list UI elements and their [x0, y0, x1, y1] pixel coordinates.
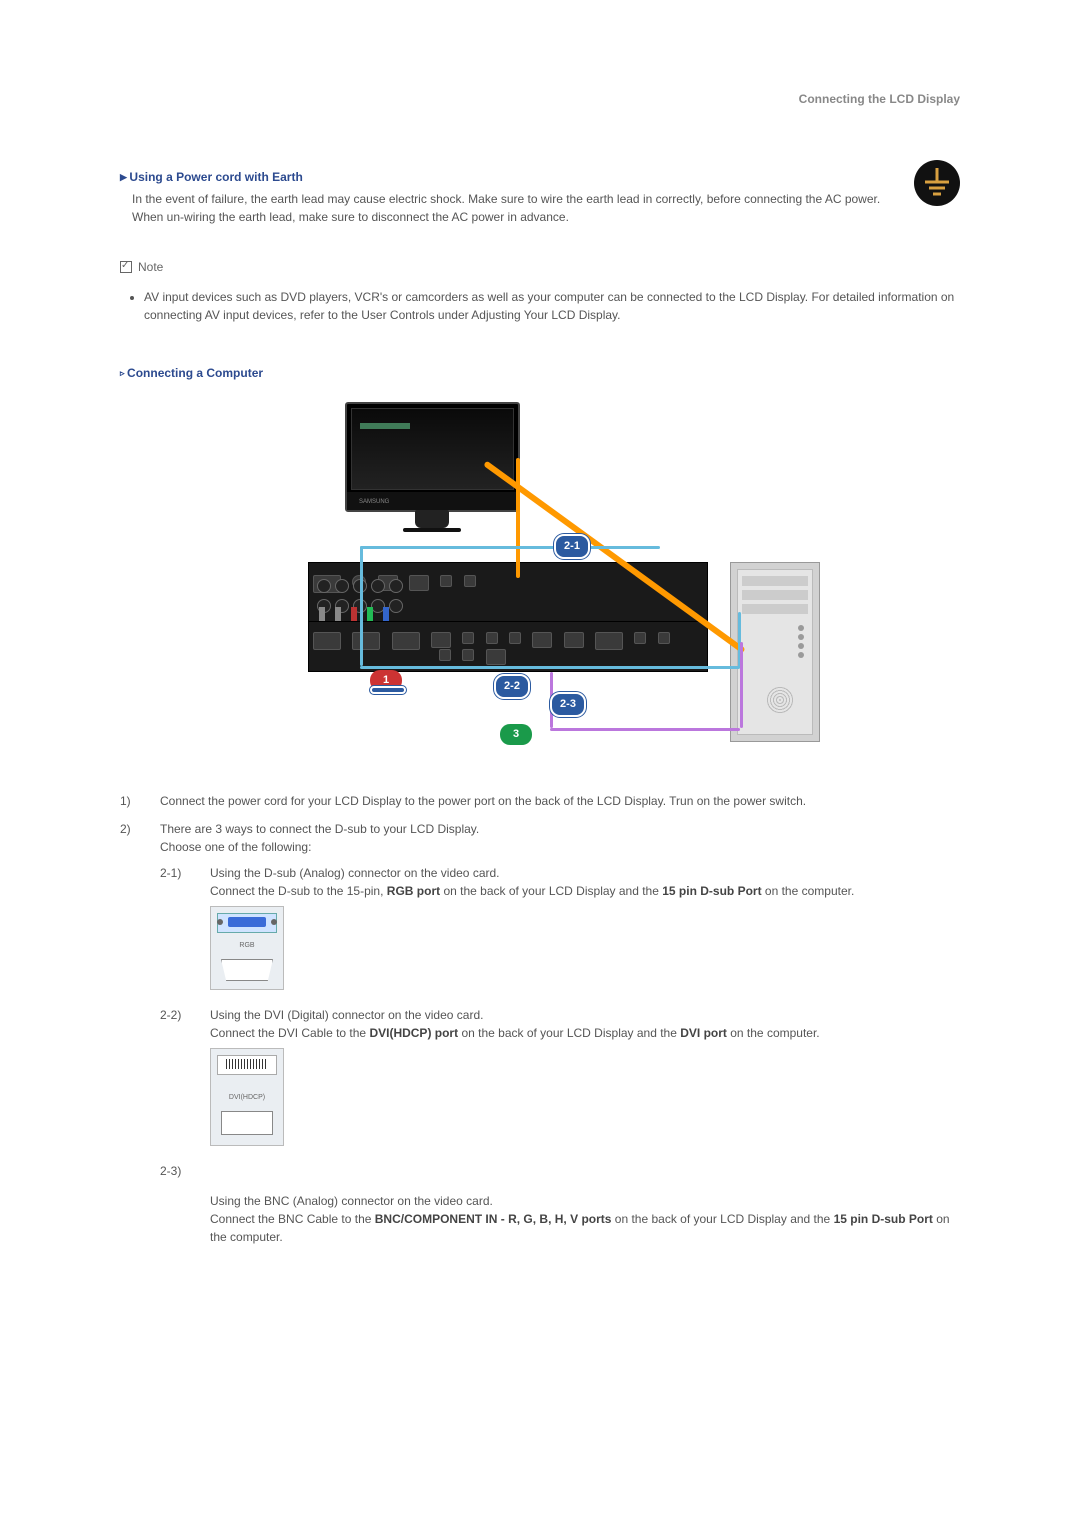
power-section: Using a Power cord with Earth In the eve…	[120, 158, 960, 230]
callout-3: 3	[500, 724, 532, 745]
step-number: 1)	[120, 792, 144, 810]
thumbnail-label: DVI(HDCP)	[211, 1093, 283, 1104]
port-icon	[532, 632, 552, 648]
monitor-brand-label: SAMSUNG	[359, 498, 389, 507]
step-2: 2) There are 3 ways to connect the D-sub…	[120, 820, 960, 1246]
port-icon	[313, 632, 341, 650]
bnc-cable-icon	[740, 642, 743, 728]
note-label: Note	[120, 258, 960, 276]
port-icon	[462, 632, 474, 644]
callout-2-1-anchor-icon	[370, 686, 406, 694]
monitor-stand	[415, 510, 449, 528]
step-text: Choose one of the following:	[160, 840, 311, 854]
substep-text: Using the DVI (Digital) connector on the…	[210, 1006, 960, 1024]
port-icon	[409, 575, 429, 591]
substep-text: Using the D-sub (Analog) connector on th…	[210, 864, 960, 882]
computer-tower	[730, 562, 820, 742]
steps-list: 1) Connect the power cord for your LCD D…	[120, 792, 960, 1246]
port-icon	[564, 632, 584, 648]
callout-2-1: 2-1	[554, 534, 590, 559]
dvi-cable-icon	[516, 458, 520, 578]
dvi-port-icon	[392, 632, 420, 650]
page-header: Connecting the LCD Display	[120, 90, 960, 108]
computer-heading: Connecting a Computer	[120, 364, 960, 382]
step-number: 2)	[120, 820, 144, 1246]
substep-text: Using the BNC (Analog) connector on the …	[210, 1192, 960, 1210]
substep-number: 2-3)	[160, 1162, 194, 1180]
rgb-port-thumbnail: RGB	[210, 906, 284, 990]
step-text: There are 3 ways to connect the D-sub to…	[160, 822, 479, 836]
port-icon	[634, 632, 646, 644]
port-label	[313, 656, 343, 666]
step-1: 1) Connect the power cord for your LCD D…	[120, 792, 960, 810]
panel-row-bottom	[309, 621, 707, 665]
note-bullet: AV input devices such as DVD players, VC…	[144, 288, 960, 324]
port-icon	[658, 632, 670, 644]
monitor-screen	[351, 408, 514, 490]
rgb-port-icon	[352, 632, 380, 650]
note-text: Note	[138, 258, 163, 276]
substep-text: Connect the BNC Cable to the BNC/COMPONE…	[210, 1210, 960, 1246]
connection-diagram: SAMSUNG	[260, 402, 820, 762]
vga-cable-icon	[360, 546, 363, 666]
note-list: AV input devices such as DVD players, VC…	[120, 288, 960, 324]
port-icon	[440, 575, 452, 587]
substep-text: Connect the D-sub to the 15-pin, RGB por…	[210, 882, 960, 900]
substep-number: 2-2)	[160, 1006, 194, 1150]
callout-2-2: 2-2	[494, 674, 530, 699]
checkbox-icon	[120, 261, 132, 273]
port-icon	[595, 632, 623, 650]
substep-2-2: 2-2) Using the DVI (Digital) connector o…	[160, 1006, 960, 1150]
substep-number: 2-1)	[160, 864, 194, 994]
port-icon	[431, 632, 451, 648]
substep-2-1: 2-1) Using the D-sub (Analog) connector …	[160, 864, 960, 994]
dvi-port-thumbnail: DVI(HDCP)	[210, 1048, 284, 1146]
panel-row-top	[309, 569, 707, 609]
vga-cable-icon	[360, 666, 740, 669]
step-text: Connect the power cord for your LCD Disp…	[160, 792, 960, 810]
bnc-cable-icon	[550, 728, 740, 731]
substep-2-3: 2-3)	[160, 1162, 960, 1180]
callout-2-3: 2-3	[550, 692, 586, 717]
port-icon	[464, 575, 476, 587]
vga-cable-icon	[360, 546, 660, 549]
page-title: Connecting the LCD Display	[799, 92, 960, 106]
substep-text: Connect the DVI Cable to the DVI(HDCP) p…	[210, 1024, 960, 1042]
port-icon	[509, 632, 521, 644]
earth-icon	[914, 160, 960, 206]
substeps: 2-1) Using the D-sub (Analog) connector …	[160, 864, 960, 1180]
thumbnail-label: RGB	[211, 941, 283, 952]
port-icon	[486, 632, 498, 644]
power-heading: Using a Power cord with Earth	[120, 168, 904, 186]
monitor-illustration: SAMSUNG	[345, 402, 520, 512]
power-body: In the event of failure, the earth lead …	[132, 190, 904, 226]
